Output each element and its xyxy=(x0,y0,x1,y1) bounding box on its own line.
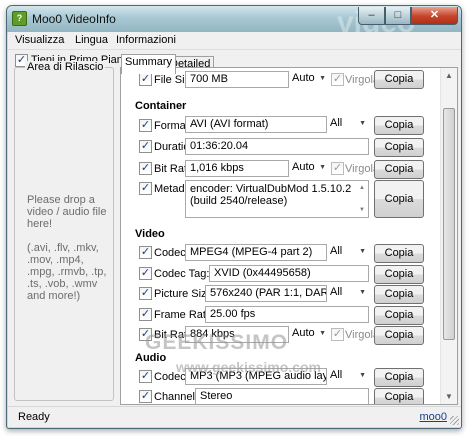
tab-summary[interactable]: Summary xyxy=(121,54,177,74)
video-bitrate-unit-select[interactable]: Auto ▼ xyxy=(289,326,329,343)
menu-bar: Visualizza Lingua Informazioni xyxy=(8,32,461,50)
frame-rate-field[interactable]: 25.00 fps xyxy=(205,306,369,323)
channels-field[interactable]: Stereo xyxy=(195,388,369,404)
resize-grip-icon[interactable] xyxy=(450,416,459,425)
close-button[interactable]: ✕ xyxy=(411,7,458,25)
chevron-down-icon: ▼ xyxy=(359,120,366,127)
summary-panel: ✓ File Size: 700 MB Auto ▼ ✓ Virgola Copi… xyxy=(120,67,458,405)
scroll-down-arrow-icon[interactable]: ▼ xyxy=(445,392,453,401)
container-bitrate-unit-select[interactable]: Auto ▼ xyxy=(289,160,329,177)
scroll-up-arrow-icon[interactable]: ▲ xyxy=(445,71,453,80)
container-bitrate-checkbox[interactable]: ✓ xyxy=(139,162,152,175)
picture-size-option-select[interactable]: All ▼ xyxy=(327,285,369,302)
moo0-link[interactable]: moo0 xyxy=(419,411,447,423)
channels-checkbox[interactable]: ✓ xyxy=(139,390,152,403)
drop-formats-text: (.avi, .flv, .mkv, .mov, .mp4, .mpg, .rm… xyxy=(27,242,107,302)
scrollbar-thumb[interactable] xyxy=(443,108,455,340)
frame-rate-copy-button[interactable]: Copia xyxy=(374,306,424,325)
chevron-down-icon: ▼ xyxy=(359,372,366,379)
file-size-checkbox[interactable]: ✓ xyxy=(139,73,152,86)
file-size-comma-checkbox[interactable]: ✓ xyxy=(331,73,344,86)
chevron-down-icon: ▼ xyxy=(319,75,326,82)
format-checkbox[interactable]: ✓ xyxy=(139,119,152,132)
video-codec-option-value: All xyxy=(330,245,343,257)
codec-tag-label: Codec Tag: xyxy=(154,268,210,280)
drop-hint-text: Please drop a video / audio file here! xyxy=(27,194,107,230)
menu-visualizza[interactable]: Visualizza xyxy=(15,34,64,46)
metadata-copy-button[interactable]: Copia xyxy=(374,180,424,218)
menu-lingua[interactable]: Lingua xyxy=(75,34,108,46)
metadata-value: encoder: VirtualDubMod 1.5.10.2 (build 2… xyxy=(190,183,352,207)
moo0-app-icon: ? xyxy=(12,11,27,26)
chevron-down-icon: ▼ xyxy=(359,289,366,296)
format-field[interactable]: AVI (AVI format) xyxy=(185,116,327,133)
video-bitrate-comma-checkbox[interactable]: ✓ xyxy=(331,328,344,341)
file-size-field[interactable]: 700 MB xyxy=(185,71,289,88)
title-bar[interactable]: ? Moo0 VideoInfo video – □ ✕ xyxy=(7,6,461,39)
duration-field[interactable]: 01:36:20.04 xyxy=(185,138,369,155)
drop-area-hint: Please drop a video / audio file here! (… xyxy=(27,194,111,302)
chevron-down-icon: ▼ xyxy=(319,164,326,171)
chevron-down-icon: ▼ xyxy=(319,330,326,337)
section-audio: Audio xyxy=(135,352,167,364)
format-option-value: All xyxy=(330,117,343,129)
frame-rate-checkbox[interactable]: ✓ xyxy=(139,308,152,321)
codec-tag-field[interactable]: XVID (0x44495658) xyxy=(209,265,369,282)
vertical-scrollbar[interactable]: ▲ ▼ xyxy=(440,68,457,404)
video-bitrate-field[interactable]: 884 kbps xyxy=(185,326,289,343)
audio-codec-field[interactable]: MP3 (MP3 (MPEG audio layer 3)) xyxy=(185,368,327,385)
file-size-unit-value: Auto xyxy=(292,72,315,84)
channels-copy-button[interactable]: Copia xyxy=(374,388,424,404)
video-codec-field[interactable]: MPEG4 (MPEG-4 part 2) xyxy=(185,244,327,261)
window-title: Moo0 VideoInfo xyxy=(32,12,116,26)
container-bitrate-comma-checkbox[interactable]: ✓ xyxy=(331,162,344,175)
picture-size-checkbox[interactable]: ✓ xyxy=(139,287,152,300)
section-container: Container xyxy=(135,100,187,112)
video-codec-option-select[interactable]: All ▼ xyxy=(327,244,369,261)
codec-tag-copy-button[interactable]: Copia xyxy=(374,265,424,284)
video-codec-label: Codec: xyxy=(154,247,189,259)
picture-size-field[interactable]: 576x240 (PAR 1:1, DAR 12:5) xyxy=(205,285,327,302)
video-bitrate-copy-button[interactable]: Copia xyxy=(374,326,424,345)
file-size-copy-button[interactable]: Copia xyxy=(374,70,424,89)
status-text: Ready xyxy=(18,411,50,423)
video-bitrate-checkbox[interactable]: ✓ xyxy=(139,328,152,341)
main-body: ✓ Tieni in Primo Piano Area di Rilascio … xyxy=(8,50,461,406)
minimize-button[interactable]: – xyxy=(358,7,385,25)
metadata-field[interactable]: encoder: VirtualDubMod 1.5.10.2 (build 2… xyxy=(185,180,369,218)
container-bitrate-field[interactable]: 1,016 kbps xyxy=(185,160,289,177)
section-video: Video xyxy=(135,228,165,240)
video-bitrate-unit-value: Auto xyxy=(292,327,315,339)
drop-area[interactable]: Area di Rilascio Please drop a video / a… xyxy=(14,61,114,401)
app-window: ? Moo0 VideoInfo video – □ ✕ Visualizza … xyxy=(6,5,462,429)
container-bitrate-copy-button[interactable]: Copia xyxy=(374,160,424,179)
codec-tag-checkbox[interactable]: ✓ xyxy=(139,267,152,280)
menu-informazioni[interactable]: Informazioni xyxy=(116,34,176,46)
format-copy-button[interactable]: Copia xyxy=(374,116,424,135)
audio-codec-copy-button[interactable]: Copia xyxy=(374,368,424,387)
duration-checkbox[interactable]: ✓ xyxy=(139,140,152,153)
chevron-down-icon: ▼ xyxy=(359,248,366,255)
scroll-up-icon[interactable]: ▲ xyxy=(359,182,365,194)
audio-codec-option-value: All xyxy=(330,369,343,381)
container-bitrate-unit-value: Auto xyxy=(292,161,315,173)
video-codec-checkbox[interactable]: ✓ xyxy=(139,246,152,259)
audio-codec-option-select[interactable]: All ▼ xyxy=(327,368,369,385)
duration-copy-button[interactable]: Copia xyxy=(374,138,424,157)
picture-size-option-value: All xyxy=(330,286,343,298)
audio-codec-label: Codec: xyxy=(154,371,189,383)
picture-size-copy-button[interactable]: Copia xyxy=(374,285,424,304)
scroll-down-icon[interactable]: ▼ xyxy=(359,204,365,216)
status-bar: Ready moo0 xyxy=(8,406,461,427)
file-size-unit-select[interactable]: Auto ▼ xyxy=(289,71,329,88)
metadata-checkbox[interactable]: ✓ xyxy=(139,182,152,195)
maximize-button[interactable]: □ xyxy=(385,7,411,25)
drop-area-title: Area di Rilascio xyxy=(25,61,106,73)
audio-codec-checkbox[interactable]: ✓ xyxy=(139,370,152,383)
video-codec-copy-button[interactable]: Copia xyxy=(374,244,424,263)
format-option-select[interactable]: All ▼ xyxy=(327,116,369,133)
